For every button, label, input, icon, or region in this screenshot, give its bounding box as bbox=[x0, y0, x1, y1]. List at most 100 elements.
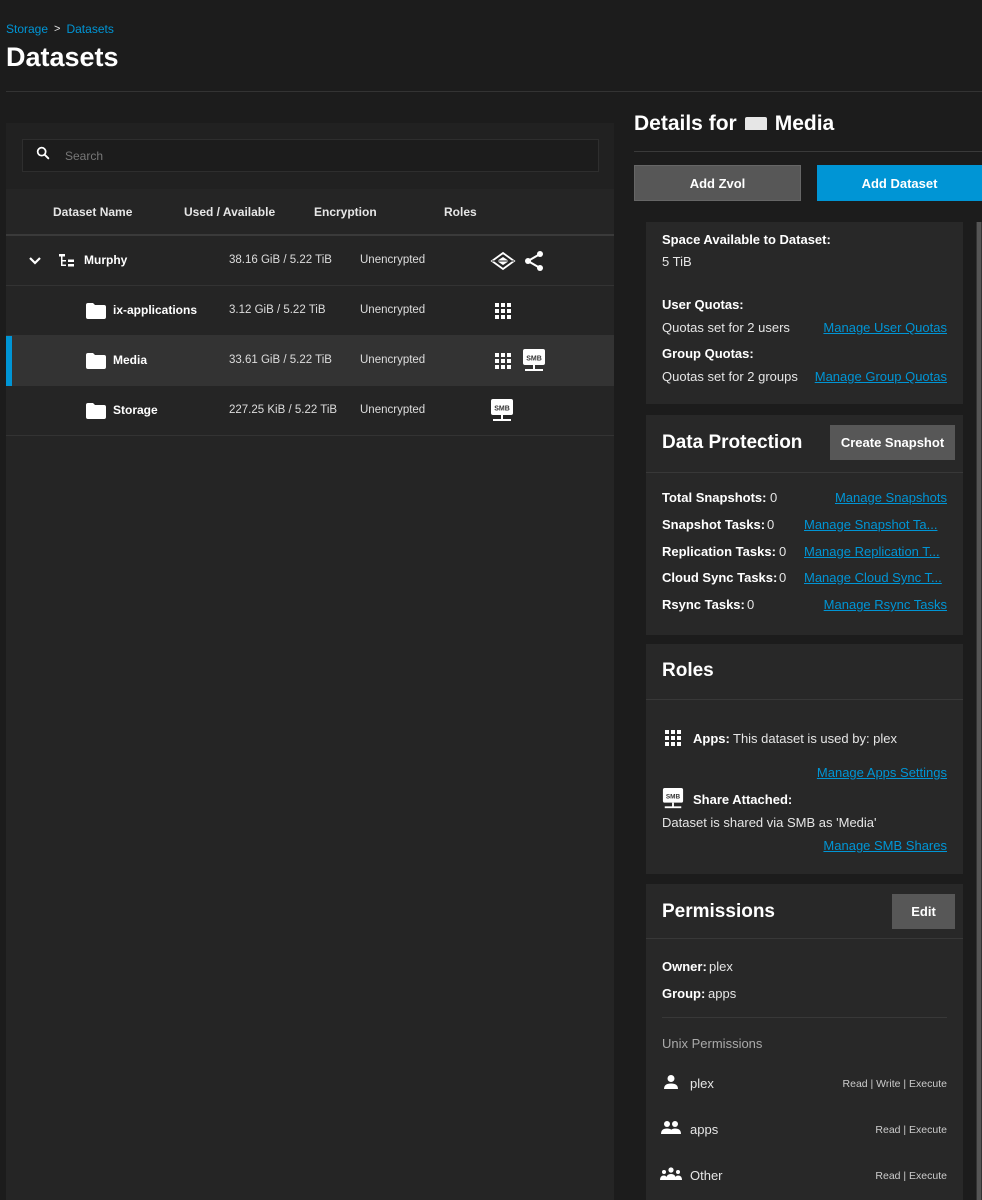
owner-value: plex bbox=[709, 959, 733, 974]
perm-entry-name: plex bbox=[690, 1076, 714, 1091]
user-quotas-label: User Quotas: bbox=[662, 297, 744, 312]
space-available-label: Space Available to Dataset: bbox=[662, 232, 831, 247]
space-card: Space Available to Dataset: 5 TiB User Q… bbox=[646, 222, 963, 404]
svg-text:SMB: SMB bbox=[494, 406, 510, 413]
group-quotas-label: Group Quotas: bbox=[662, 346, 754, 361]
breadcrumb: Storage > Datasets bbox=[6, 22, 114, 36]
owner-label: Owner: bbox=[662, 959, 707, 974]
dataset-encryption: Unencrypted bbox=[360, 404, 426, 416]
column-header-used[interactable]: Used / Available bbox=[184, 205, 275, 219]
edit-permissions-button[interactable]: Edit bbox=[892, 894, 955, 929]
group-label: Group: bbox=[662, 986, 706, 1001]
dataset-used: 3.12 GiB / 5.22 TiB bbox=[229, 304, 326, 316]
rsync-tasks-label: Rsync Tasks: bbox=[662, 597, 745, 612]
card-divider bbox=[662, 1017, 947, 1018]
header-divider bbox=[6, 91, 982, 92]
perm-entry-value: Read | Execute bbox=[875, 1170, 947, 1182]
data-protection-title: Data Protection bbox=[662, 432, 803, 453]
manage-apps-settings-link[interactable]: Manage Apps Settings bbox=[817, 765, 947, 780]
perm-entry-name: Other bbox=[690, 1168, 723, 1183]
selection-indicator bbox=[6, 336, 12, 386]
breadcrumb-storage[interactable]: Storage bbox=[6, 22, 48, 36]
svg-text:SMB: SMB bbox=[666, 794, 681, 801]
card-divider bbox=[646, 699, 963, 700]
details-title: Details for Media bbox=[634, 108, 982, 130]
manage-group-quotas-link[interactable]: Manage Group Quotas bbox=[815, 369, 947, 384]
cloud-sync-tasks-label: Cloud Sync Tasks: bbox=[662, 570, 778, 585]
group-icon bbox=[661, 1120, 681, 1141]
share-icon bbox=[523, 250, 545, 277]
dataset-used: 33.61 GiB / 5.22 TiB bbox=[229, 354, 332, 366]
perm-entry-value: Read | Write | Execute bbox=[842, 1078, 947, 1090]
table-row[interactable]: ix-applications 3.12 GiB / 5.22 TiB Unen… bbox=[6, 286, 614, 336]
scrollbar-thumb[interactable] bbox=[977, 222, 981, 1200]
total-snapshots-value: 0 bbox=[770, 490, 778, 505]
add-dataset-button[interactable]: Add Dataset bbox=[817, 165, 982, 201]
folder-icon bbox=[86, 353, 106, 374]
breadcrumb-separator: > bbox=[54, 23, 61, 35]
search-box[interactable] bbox=[22, 139, 599, 172]
table-row-selected[interactable]: Media 33.61 GiB / 5.22 TiB Unencrypted S… bbox=[6, 336, 614, 386]
manage-smb-shares-link[interactable]: Manage SMB Shares bbox=[823, 838, 947, 853]
smb-icon: SMB bbox=[522, 348, 546, 379]
details-scrollbar[interactable] bbox=[976, 222, 982, 1200]
manage-snapshot-tasks-link[interactable]: Manage Snapshot Ta... bbox=[804, 517, 937, 532]
table-row[interactable]: Storage 227.25 KiB / 5.22 TiB Unencrypte… bbox=[6, 386, 614, 436]
snapshot-tasks-value: 0 bbox=[767, 517, 775, 532]
apps-icon bbox=[665, 730, 681, 751]
dataset-name: Media bbox=[113, 353, 148, 367]
manage-user-quotas-link[interactable]: Manage User Quotas bbox=[823, 320, 947, 335]
manage-snapshots-link[interactable]: Manage Snapshots bbox=[835, 490, 947, 505]
manage-rsync-tasks-link[interactable]: Manage Rsync Tasks bbox=[824, 597, 947, 612]
others-icon bbox=[660, 1167, 682, 1186]
dataset-name: Murphy bbox=[84, 253, 128, 267]
card-divider bbox=[646, 472, 963, 473]
create-snapshot-button[interactable]: Create Snapshot bbox=[830, 425, 955, 460]
roles-card: Roles Apps: This dataset is used by: ple… bbox=[646, 644, 963, 874]
unix-permissions-label: Unix Permissions bbox=[662, 1036, 763, 1051]
smb-icon: SMB bbox=[662, 787, 684, 816]
user-icon bbox=[663, 1074, 679, 1095]
folder-icon bbox=[86, 303, 106, 324]
share-attached-label: Share Attached: bbox=[693, 792, 793, 807]
details-title-name: Media bbox=[774, 112, 835, 130]
apps-value: This dataset is used by: plex bbox=[733, 731, 898, 746]
manage-replication-tasks-link[interactable]: Manage Replication T... bbox=[804, 544, 940, 559]
search-bar bbox=[6, 123, 614, 189]
dataset-encryption: Unencrypted bbox=[360, 304, 426, 316]
column-header-encryption[interactable]: Encryption bbox=[314, 205, 377, 219]
apps-label: Apps: bbox=[693, 731, 730, 746]
table-row[interactable]: Murphy 38.16 GiB / 5.22 TiB Unencrypted bbox=[6, 236, 614, 286]
pool-tree-icon bbox=[58, 252, 76, 275]
manage-cloud-sync-tasks-link[interactable]: Manage Cloud Sync T... bbox=[804, 570, 942, 585]
space-available-value: 5 TiB bbox=[662, 254, 692, 269]
datacenter-icon bbox=[490, 251, 516, 276]
chevron-down-icon[interactable] bbox=[28, 254, 42, 273]
dataset-used: 38.16 GiB / 5.22 TiB bbox=[229, 254, 332, 266]
dataset-encryption: Unencrypted bbox=[360, 254, 426, 266]
smb-icon: SMB bbox=[490, 398, 514, 429]
data-protection-card: Data Protection Create Snapshot Total Sn… bbox=[646, 415, 963, 635]
breadcrumb-datasets[interactable]: Datasets bbox=[66, 22, 113, 36]
search-input[interactable] bbox=[65, 148, 565, 163]
snapshot-tasks-label: Snapshot Tasks: bbox=[662, 517, 766, 532]
details-title-prefix: Details for bbox=[634, 112, 737, 130]
folder-icon bbox=[86, 403, 106, 424]
svg-text:SMB: SMB bbox=[526, 356, 542, 363]
apps-icon bbox=[495, 353, 511, 374]
rsync-tasks-value: 0 bbox=[747, 597, 755, 612]
dataset-name: Storage bbox=[113, 403, 158, 417]
perm-entry-name: apps bbox=[690, 1122, 719, 1137]
search-icon bbox=[35, 145, 51, 166]
dataset-name: ix-applications bbox=[113, 303, 198, 317]
replication-tasks-label: Replication Tasks: bbox=[662, 544, 776, 559]
perm-entry-value: Read | Execute bbox=[875, 1124, 947, 1136]
user-quotas-value: Quotas set for 2 users bbox=[662, 320, 790, 335]
cloud-sync-tasks-value: 0 bbox=[779, 570, 787, 585]
column-header-name[interactable]: Dataset Name bbox=[53, 205, 132, 219]
add-zvol-button[interactable]: Add Zvol bbox=[634, 165, 801, 201]
dataset-encryption: Unencrypted bbox=[360, 354, 426, 366]
share-attached-value: Dataset is shared via SMB as 'Media' bbox=[662, 815, 877, 830]
folder-icon bbox=[744, 117, 767, 130]
column-header-roles[interactable]: Roles bbox=[444, 205, 477, 219]
